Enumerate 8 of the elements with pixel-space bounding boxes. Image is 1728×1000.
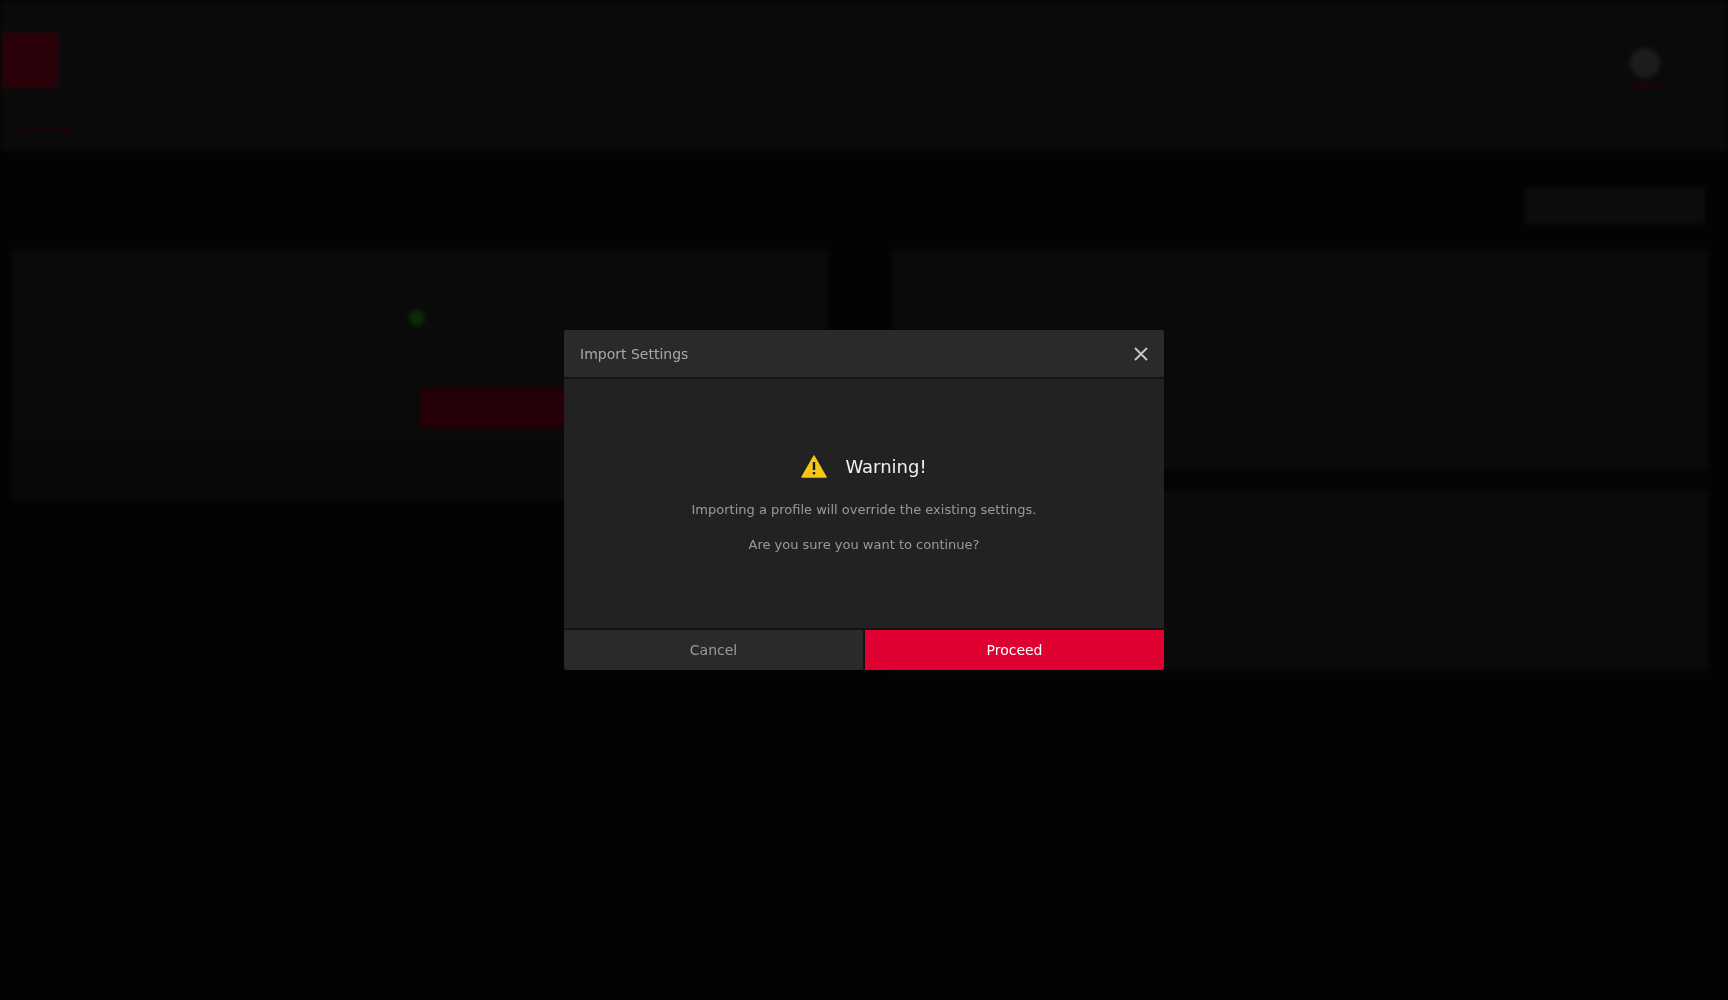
warning-message: Importing a profile will override the existing settings. xyxy=(691,502,1037,517)
cancel-button[interactable]: Cancel xyxy=(564,630,865,670)
proceed-button[interactable]: Proceed xyxy=(865,630,1164,670)
warning-icon xyxy=(801,455,828,478)
dialog-title: Import Settings xyxy=(580,345,689,362)
warning-heading: Warning! xyxy=(845,456,927,477)
warning-message: Are you sure you want to continue? xyxy=(748,537,980,552)
close-icon[interactable] xyxy=(1134,346,1148,361)
